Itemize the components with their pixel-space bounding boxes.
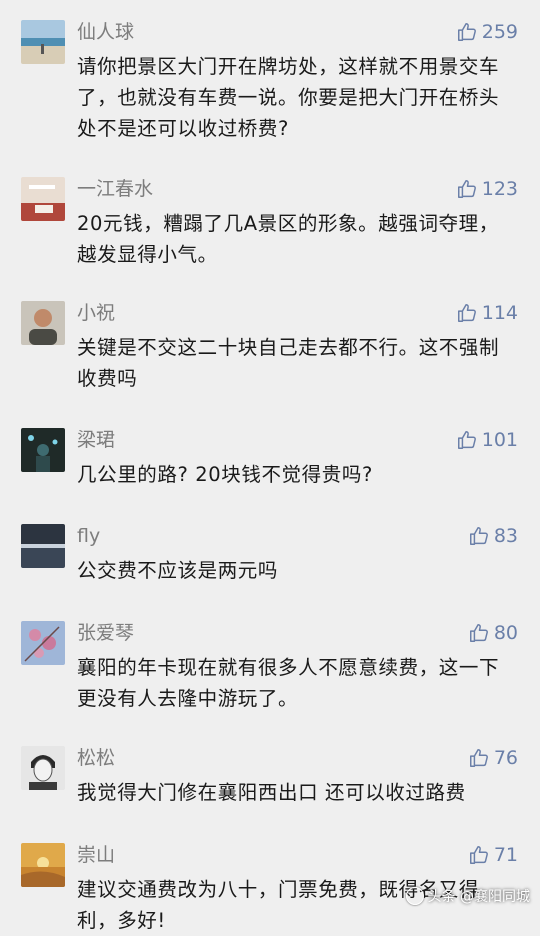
username[interactable]: 一江春水 [77,177,153,201]
user-avatar[interactable] [21,621,65,665]
user-avatar[interactable] [21,301,65,345]
like-button[interactable]: 123 [456,177,518,201]
watermark-text: 头条 @襄阳同城 [427,889,530,905]
comment-text: 请你把景区大门开在牌坊处，这样就不用景交车了，也就没有车费一说。你要是把大门开在… [77,55,500,140]
user-avatar[interactable] [21,177,65,221]
comment-text: 关键是不交这二十块自己走去都不行。这不强制收费吗 [77,336,500,390]
toutiao-logo-icon [405,887,424,905]
like-button[interactable]: 114 [456,301,518,325]
thumbs-up-icon [457,23,476,41]
like-count: 83 [493,525,518,547]
username[interactable]: 松松 [77,746,115,770]
thumbs-up-icon [457,304,476,322]
blossom-avatar-icon [21,621,65,665]
like-count: 71 [493,844,518,866]
desert-sunset-avatar-icon [21,843,65,887]
beach-avatar-icon [21,20,65,64]
username[interactable]: fly [77,524,100,548]
like-button[interactable]: 71 [468,843,518,867]
username[interactable]: 梁珺 [77,428,115,452]
like-button[interactable]: 101 [456,428,518,452]
night-figure-avatar-icon [21,428,65,472]
username[interactable]: 仙人球 [77,20,134,44]
user-avatar[interactable] [21,428,65,472]
like-count: 76 [493,747,518,769]
like-count: 259 [481,21,518,43]
thumbs-up-icon [469,749,488,767]
comment-text: 襄阳的年卡现在就有很多人不愿意续费，这一下更没有人去隆中游玩了。 [77,656,500,710]
comment-text: 公交费不应该是两元吗 [77,559,279,582]
like-button[interactable]: 259 [456,20,518,44]
comment-text: 20元钱，糟蹋了几A景区的形象。越强词夺理，越发显得小气。 [77,212,499,266]
sunset-water-avatar-icon [21,524,65,568]
comment-text: 我觉得大门修在襄阳西出口 还可以收过路费 [77,781,466,804]
thumbs-up-icon [469,846,488,864]
lamp-avatar-icon [21,177,65,221]
username[interactable]: 张爱琴 [77,621,134,645]
username[interactable]: 崇山 [77,843,115,867]
thumbs-up-icon [457,180,476,198]
thumbs-up-icon [469,527,488,545]
comment-text: 几公里的路? 20块钱不觉得贵吗? [77,463,373,486]
like-button[interactable]: 83 [468,524,518,548]
user-avatar[interactable] [21,843,65,887]
watermark: 头条 @襄阳同城 [405,886,530,906]
sketch-portrait-avatar-icon [21,746,65,790]
like-count: 101 [481,429,518,451]
username[interactable]: 小祝 [77,301,115,325]
user-avatar[interactable] [21,746,65,790]
like-button[interactable]: 80 [468,621,518,645]
like-count: 114 [481,302,518,324]
like-count: 123 [481,178,518,200]
user-avatar[interactable] [21,524,65,568]
like-count: 80 [493,622,518,644]
user-avatar[interactable] [21,20,65,64]
thumbs-up-icon [469,624,488,642]
thumbs-up-icon [457,431,476,449]
man-photo-avatar-icon [21,301,65,345]
like-button[interactable]: 76 [468,746,518,770]
